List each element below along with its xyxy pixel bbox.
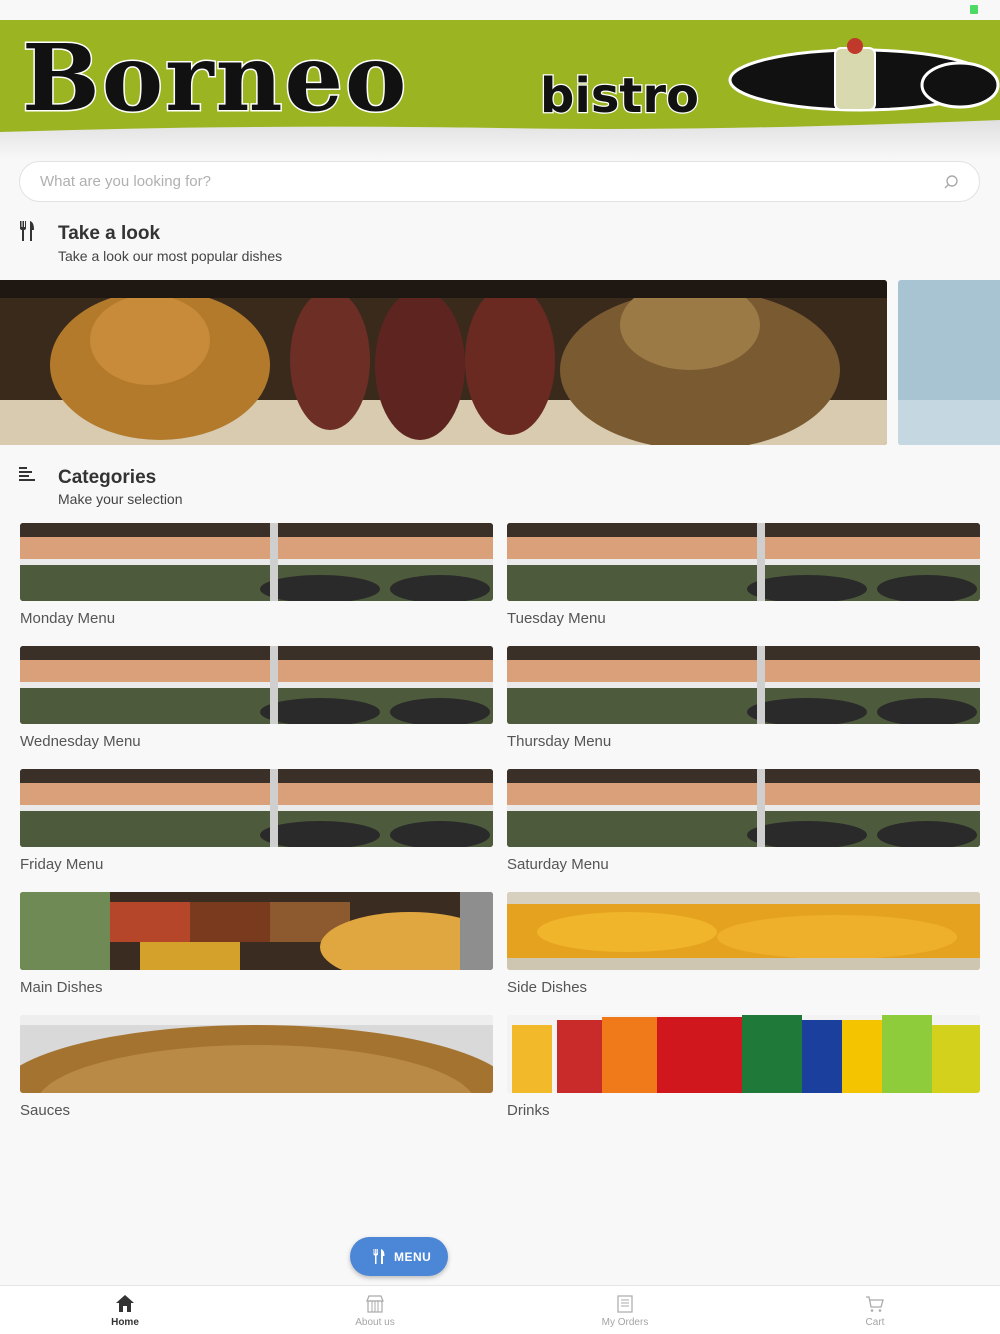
featured-dish-image	[898, 280, 1000, 445]
brand-logo-text: Borneo	[22, 24, 408, 132]
list-icon	[19, 467, 35, 481]
brand-logo-subtext: bistro	[540, 68, 699, 124]
category-label: Thursday Menu	[507, 733, 612, 750]
header-banner: Borneo bistro	[0, 20, 1000, 160]
category-label: Sauces	[20, 1102, 71, 1119]
buffet-image	[20, 769, 493, 847]
category-card[interactable]: Saturday Menu	[507, 769, 980, 877]
category-label: Friday Menu	[20, 856, 104, 873]
category-card[interactable]: Side Dishes	[507, 892, 980, 1000]
carousel-slide[interactable]	[898, 280, 1000, 445]
category-label: Tuesday Menu	[507, 610, 606, 627]
tab-label: Cart	[865, 1317, 885, 1328]
category-label: Wednesday Menu	[20, 733, 141, 750]
menu-button-label: MENU	[394, 1250, 432, 1264]
category-card[interactable]: Friday Menu	[20, 769, 493, 877]
featured-carousel[interactable]	[0, 280, 1000, 445]
battery-icon	[970, 5, 978, 14]
categories-title: Categories	[58, 467, 157, 488]
buffet-image	[20, 523, 493, 601]
bottom-tab-bar: Home About us My Orders Cart	[0, 1285, 1000, 1334]
categories-subtitle: Make your selection	[58, 491, 183, 507]
tab-about-us[interactable]: About us	[250, 1286, 500, 1334]
home-icon	[116, 1295, 134, 1312]
search-icon[interactable]	[943, 174, 959, 190]
tab-label: My Orders	[601, 1317, 649, 1328]
buffet-image	[20, 646, 493, 724]
store-icon	[366, 1295, 384, 1313]
tab-my-orders[interactable]: My Orders	[500, 1286, 750, 1334]
featured-title: Take a look	[58, 223, 161, 244]
utensils-icon	[373, 1249, 385, 1264]
menu-button[interactable]: MENU	[350, 1237, 448, 1276]
tab-cart[interactable]: Cart	[750, 1286, 1000, 1334]
utensils-icon	[20, 221, 34, 241]
category-card[interactable]: Monday Menu	[20, 523, 493, 631]
buffet-image	[507, 646, 980, 724]
main-dishes-image	[20, 892, 493, 970]
category-label: Drinks	[507, 1102, 550, 1119]
category-label: Main Dishes	[20, 979, 103, 996]
side-dishes-image	[507, 892, 980, 970]
category-card[interactable]: Main Dishes	[20, 892, 493, 1000]
tab-home[interactable]: Home	[0, 1286, 250, 1334]
category-card[interactable]: Wednesday Menu	[20, 646, 493, 754]
category-card[interactable]: Sauces	[20, 1015, 493, 1123]
search-bar[interactable]	[19, 161, 980, 202]
category-card[interactable]: Thursday Menu	[507, 646, 980, 754]
sauces-image	[20, 1015, 493, 1093]
featured-dish-image	[0, 280, 887, 445]
search-input[interactable]	[40, 162, 920, 201]
carousel-slide[interactable]	[0, 280, 887, 445]
orders-icon	[617, 1295, 633, 1313]
tab-label: Home	[111, 1317, 139, 1328]
cart-icon	[866, 1296, 884, 1312]
status-bar	[0, 0, 1000, 20]
buffet-image	[507, 769, 980, 847]
category-label: Monday Menu	[20, 610, 116, 627]
category-card[interactable]: Tuesday Menu	[507, 523, 980, 631]
category-card[interactable]: Drinks	[507, 1015, 980, 1123]
featured-subtitle: Take a look our most popular dishes	[58, 248, 283, 264]
category-label: Side Dishes	[507, 979, 588, 996]
category-label: Saturday Menu	[507, 856, 609, 873]
buffet-image	[507, 523, 980, 601]
tab-label: About us	[355, 1317, 395, 1328]
drinks-image	[507, 1015, 980, 1093]
